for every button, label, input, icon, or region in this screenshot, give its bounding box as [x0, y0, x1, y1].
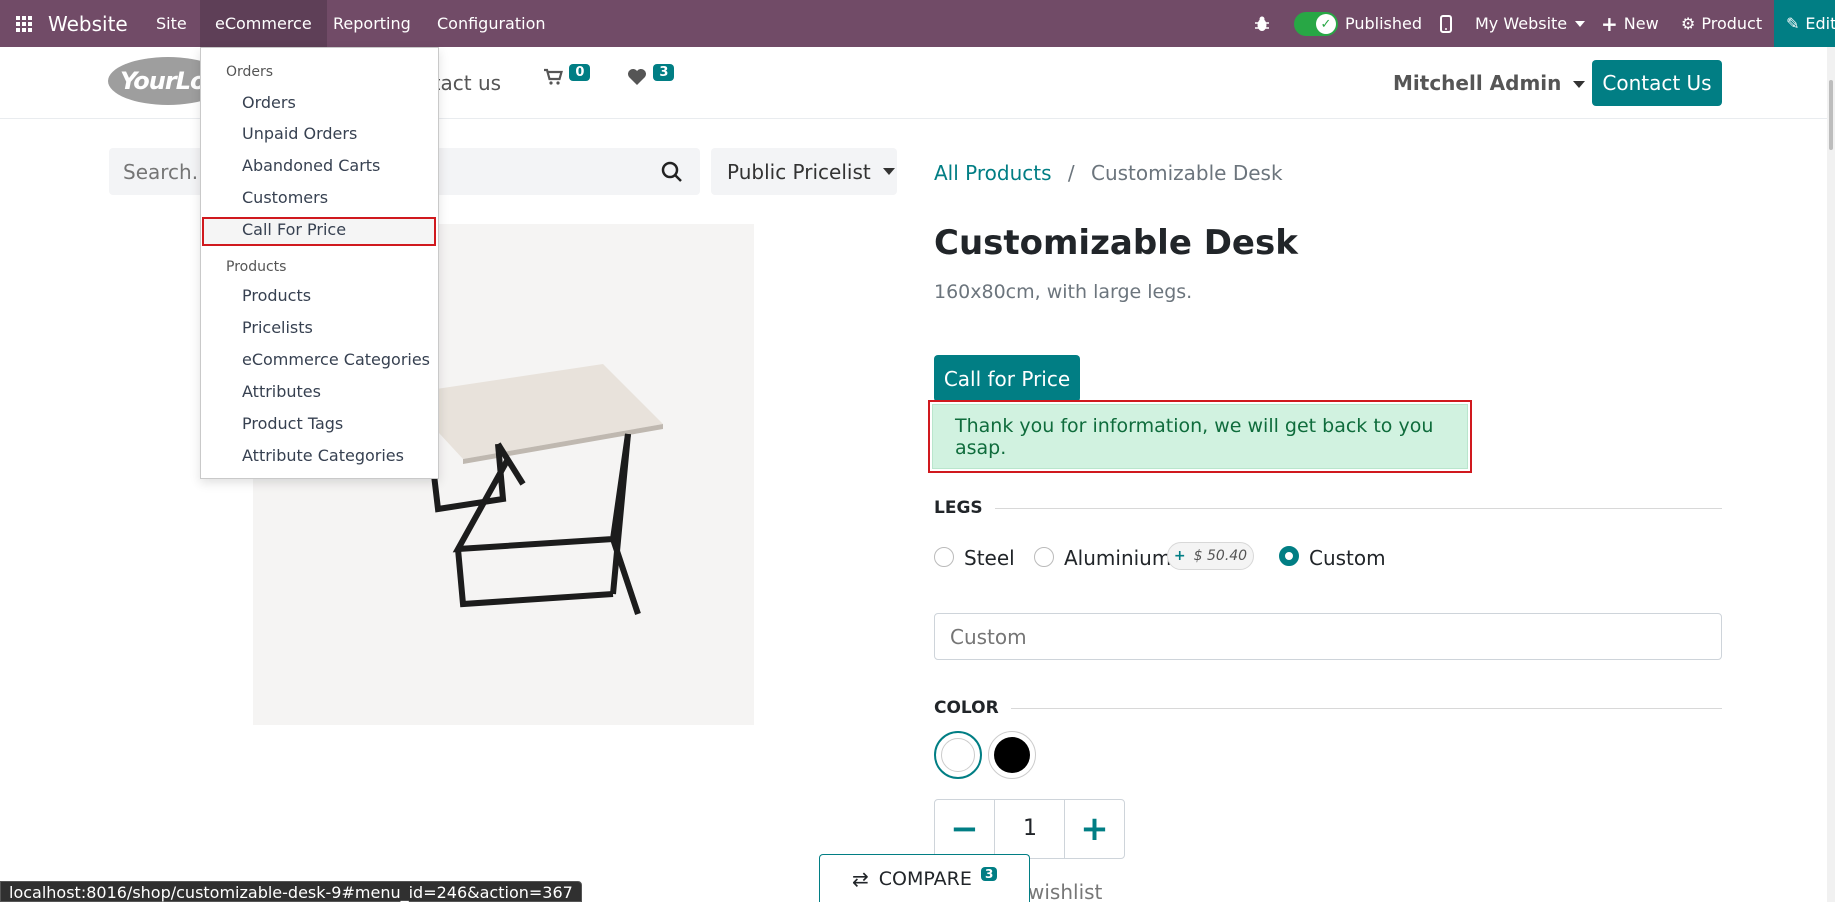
apps-menu-icon[interactable]: [16, 0, 32, 47]
product-settings-button[interactable]: ⚙ Product: [1681, 0, 1762, 47]
legs-custom-radio[interactable]: [1279, 546, 1299, 566]
dropdown-header-orders: Orders: [226, 64, 274, 80]
product-title: Customizable Desk: [934, 223, 1298, 263]
new-button[interactable]: + New: [1601, 0, 1659, 47]
compare-count-badge: 3: [981, 867, 998, 881]
app-name[interactable]: Website: [48, 0, 128, 47]
compare-arrows-icon: ⇄: [852, 866, 869, 891]
edit-label: Edit: [1805, 14, 1835, 33]
dropdown-item-attributes[interactable]: Attributes: [242, 382, 321, 401]
color-swatch-white[interactable]: [934, 731, 982, 779]
caret-down-icon: [1575, 20, 1586, 27]
legs-divider: [995, 508, 1722, 509]
website-switcher[interactable]: My Website: [1475, 0, 1586, 47]
check-icon: ✓: [1316, 14, 1336, 34]
scrollbar-thumb[interactable]: [1829, 80, 1833, 150]
user-menu[interactable]: Mitchell Admin: [1393, 71, 1586, 95]
page-scrollbar[interactable]: [1827, 47, 1835, 902]
user-name: Mitchell Admin: [1393, 71, 1562, 95]
dropdown-item-pricelists[interactable]: Pricelists: [242, 318, 313, 337]
quantity-stepper: − 1 +: [934, 799, 1125, 859]
legs-aluminium-label[interactable]: Aluminium: [1064, 546, 1171, 570]
quantity-minus-button[interactable]: −: [935, 800, 995, 858]
dropdown-item-ecommerce-categories[interactable]: eCommerce Categories: [242, 350, 430, 369]
black-swatch-fill: [994, 737, 1030, 773]
caret-down-icon: [1573, 81, 1586, 88]
cart-count-badge: 0: [569, 64, 591, 81]
dropdown-item-attribute-categories[interactable]: Attribute Categories: [242, 446, 404, 465]
success-alert: Thank you for information, we will get b…: [932, 404, 1468, 469]
cart-link[interactable]: 0: [543, 64, 591, 91]
wishlist-count-badge: 3: [653, 64, 675, 81]
dropdown-item-unpaid-orders[interactable]: Unpaid Orders: [242, 124, 357, 143]
dropdown-item-orders[interactable]: Orders: [242, 93, 296, 112]
compare-button[interactable]: ⇄ COMPARE: [819, 854, 1030, 902]
breadcrumb-all-products[interactable]: All Products: [934, 161, 1052, 185]
pencil-icon: ✎: [1786, 14, 1800, 33]
custom-legs-input[interactable]: [934, 613, 1722, 660]
pricelist-label: Public Pricelist: [727, 159, 871, 184]
published-label: Published: [1345, 14, 1423, 33]
menu-site[interactable]: Site: [144, 0, 199, 47]
heart-icon: [627, 67, 653, 91]
pricelist-dropdown[interactable]: Public Pricelist: [711, 148, 897, 195]
wishlist-link[interactable]: 3: [627, 64, 675, 91]
plus-icon: +: [1601, 11, 1618, 36]
edit-button[interactable]: ✎ Edit: [1774, 0, 1835, 47]
dropdown-item-call-for-price[interactable]: Call For Price: [242, 220, 346, 239]
call-for-price-button[interactable]: Call for Price: [934, 355, 1080, 402]
search-icon[interactable]: [660, 160, 684, 184]
price-value: $ 50.40: [1193, 548, 1248, 564]
caret-down-icon: [882, 168, 895, 175]
dropdown-item-product-tags[interactable]: Product Tags: [242, 414, 343, 433]
product-label: Product: [1701, 14, 1763, 33]
ecommerce-dropdown-menu: Orders Orders Unpaid Orders Abandoned Ca…: [200, 47, 439, 479]
compare-label: COMPARE: [878, 867, 972, 890]
white-swatch-fill: [941, 738, 975, 772]
aluminium-price-badge: + $ 50.40: [1167, 542, 1254, 570]
status-bar-url: localhost:8016/shop/customizable-desk-9#…: [0, 881, 582, 902]
menu-configuration[interactable]: Configuration: [425, 0, 558, 47]
contact-us-button[interactable]: Contact Us: [1592, 60, 1722, 106]
mobile-preview-icon[interactable]: [1440, 0, 1452, 47]
add-to-wishlist-link[interactable]: wishlist: [1028, 880, 1102, 904]
quantity-input[interactable]: 1: [996, 800, 1064, 858]
menu-ecommerce[interactable]: eCommerce: [200, 0, 327, 47]
color-divider: [1011, 708, 1722, 709]
color-swatch-black[interactable]: [988, 731, 1036, 779]
publish-toggle[interactable]: ✓: [1294, 12, 1338, 36]
legs-custom-label[interactable]: Custom: [1309, 546, 1386, 570]
new-label: New: [1623, 14, 1659, 33]
quantity-plus-button[interactable]: +: [1064, 800, 1124, 858]
product-description: 160x80cm, with large legs.: [934, 281, 1193, 303]
admin-navbar: Website Site eCommerce Reporting Configu…: [0, 0, 1835, 47]
dropdown-item-abandoned-carts[interactable]: Abandoned Carts: [242, 156, 380, 175]
cart-icon: [543, 67, 569, 91]
gear-icon: ⚙: [1681, 14, 1696, 33]
price-sign: +: [1173, 548, 1186, 564]
website-switcher-label: My Website: [1475, 14, 1568, 33]
color-section-title: COLOR: [934, 698, 999, 718]
legs-aluminium-radio[interactable]: [1034, 547, 1054, 567]
legs-steel-label[interactable]: Steel: [964, 546, 1015, 570]
dropdown-item-products[interactable]: Products: [242, 286, 311, 305]
breadcrumb-current: Customizable Desk: [1090, 161, 1283, 185]
breadcrumb-separator: /: [1067, 161, 1075, 185]
alert-highlight: Thank you for information, we will get b…: [928, 400, 1472, 473]
dropdown-header-products: Products: [226, 259, 287, 275]
menu-reporting[interactable]: Reporting: [321, 0, 423, 47]
breadcrumb: All Products / Customizable Desk: [934, 161, 1283, 185]
dropdown-item-customers[interactable]: Customers: [242, 188, 328, 207]
legs-section-title: LEGS: [934, 498, 983, 518]
legs-steel-radio[interactable]: [934, 547, 954, 567]
debug-bug-icon[interactable]: [1253, 0, 1271, 47]
